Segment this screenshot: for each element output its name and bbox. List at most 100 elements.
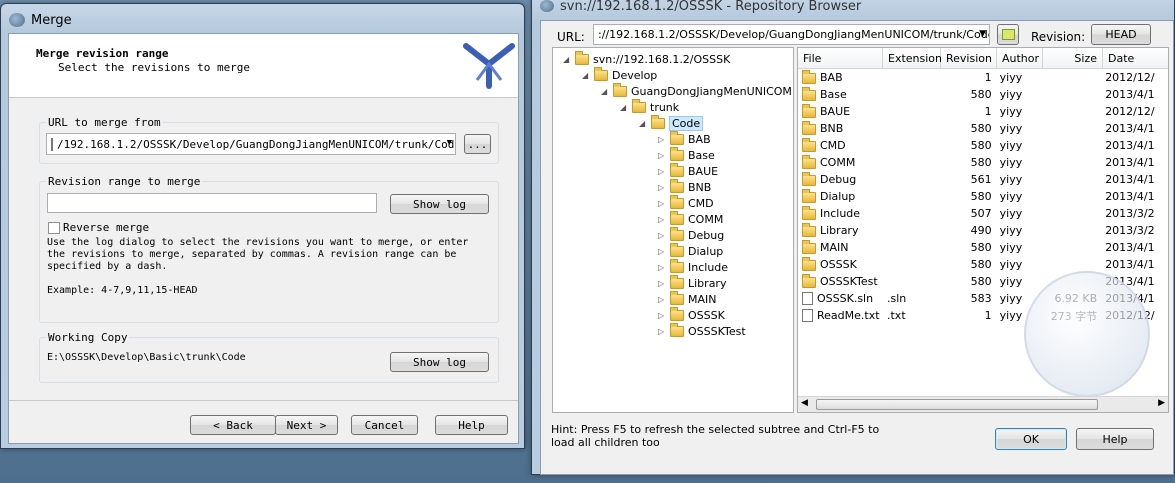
table-row[interactable]: Include 507 yiyy 2013/3/2 — [798, 205, 1168, 222]
tree-item[interactable]: ▷ Debug — [658, 226, 724, 243]
cell-file: BAB — [798, 69, 883, 86]
expanded-arrow-icon[interactable]: ◢ — [582, 71, 594, 80]
merge-window: Merge Merge revision range Select the re… — [0, 3, 525, 449]
col-revision[interactable]: Revision — [941, 48, 997, 69]
expanded-arrow-icon[interactable]: ◢ — [620, 103, 632, 112]
col-author[interactable]: Author — [997, 48, 1043, 69]
scroll-left-icon[interactable]: ◀ — [801, 398, 808, 408]
go-up-button[interactable] — [997, 24, 1019, 45]
expanded-arrow-icon[interactable]: ◢ — [601, 87, 613, 96]
cell-ext — [883, 103, 940, 120]
tree-item[interactable]: ◢ trunk — [620, 98, 679, 115]
next-button[interactable]: Next > — [275, 415, 338, 435]
cell-file: COMM — [798, 154, 883, 171]
collapsed-arrow-icon[interactable]: ▷ — [658, 199, 670, 208]
col-date[interactable]: Date — [1103, 48, 1168, 69]
tree-item-label: Develop — [612, 68, 658, 82]
tree-item-label: GuangDongJiangMenUNICOM — [631, 84, 792, 98]
col-extension[interactable]: Extension — [883, 48, 942, 69]
tree-item[interactable]: ▷ OSSSKTest — [658, 322, 746, 339]
collapsed-arrow-icon[interactable]: ▷ — [658, 135, 670, 144]
tree-item[interactable]: ▷ Base — [658, 146, 715, 163]
tree-item[interactable]: ▷ Dialup — [658, 242, 723, 259]
table-row[interactable]: BNB 580 yiyy 2013/4/1 — [798, 120, 1168, 137]
table-row[interactable]: BAUE 1 yiyy 2012/12/ — [798, 103, 1168, 120]
cell-rev: 1 — [984, 309, 992, 322]
expanded-arrow-icon[interactable]: ◢ — [639, 119, 651, 128]
expanded-arrow-icon[interactable]: ◢ — [563, 55, 575, 64]
show-log-button-2[interactable]: Show log — [390, 352, 489, 372]
table-row[interactable]: OSSSK 580 yiyy 2013/4/1 — [798, 256, 1168, 273]
folder-icon — [670, 242, 684, 257]
tree-item[interactable]: ▷ OSSSK — [658, 306, 725, 323]
back-button[interactable]: < Back — [190, 415, 276, 435]
col-file[interactable]: File — [798, 48, 883, 69]
collapsed-arrow-icon[interactable]: ▷ — [658, 231, 670, 240]
collapsed-arrow-icon[interactable]: ▷ — [658, 183, 670, 192]
tree-item[interactable]: ▷ BNB — [658, 178, 711, 195]
checkbox-box[interactable] — [48, 221, 60, 234]
browse-button[interactable]: ... — [464, 134, 491, 154]
range-input[interactable] — [47, 193, 377, 213]
repo-url-value: ://192.168.1.2/OSSSK/Develop/GuangDongJi… — [598, 28, 990, 41]
chevron-down-icon[interactable]: ▼ — [979, 29, 986, 39]
show-log-button[interactable]: Show log — [390, 194, 489, 214]
cell-rev: 583 — [970, 292, 992, 305]
collapsed-arrow-icon[interactable]: ▷ — [658, 327, 670, 336]
tree-item[interactable]: ▷ CMD — [658, 194, 714, 211]
cell-rev: 580 — [970, 258, 992, 271]
cell-rev: 580 — [970, 88, 992, 101]
cell-author: yiyy — [999, 122, 1023, 135]
tree-item[interactable]: ▷ COMM — [658, 210, 723, 227]
tree-item[interactable]: ◢ svn://192.168.1.2/OSSSK — [563, 50, 730, 67]
help-button[interactable]: Help — [435, 415, 508, 435]
folder-icon — [670, 178, 684, 193]
collapsed-arrow-icon[interactable]: ▷ — [658, 279, 670, 288]
table-row[interactable]: COMM 580 yiyy 2013/4/1 — [798, 154, 1168, 171]
cell-file: OSSSK — [798, 256, 883, 273]
collapsed-arrow-icon[interactable]: ▷ — [658, 247, 670, 256]
cell-author: yiyy — [999, 190, 1023, 203]
table-row[interactable]: CMD 580 yiyy 2013/4/1 — [798, 137, 1168, 154]
repo-url-combobox[interactable]: ://192.168.1.2/OSSSK/Develop/GuangDongJi… — [593, 24, 990, 45]
ok-button[interactable]: OK — [995, 428, 1067, 450]
collapsed-arrow-icon[interactable]: ▷ — [658, 295, 670, 304]
collapsed-arrow-icon[interactable]: ▷ — [658, 151, 670, 160]
scrollbar-thumb[interactable] — [816, 399, 1098, 410]
table-row[interactable]: MAIN 580 yiyy 2013/4/1 — [798, 239, 1168, 256]
table-row[interactable]: Debug 561 yiyy 2013/4/1 — [798, 171, 1168, 188]
tree-item[interactable]: ◢ GuangDongJiangMenUNICOM — [601, 82, 792, 99]
table-row[interactable]: BAB 1 yiyy 2012/12/ — [798, 69, 1168, 86]
cell-ext — [883, 86, 940, 103]
tree-item[interactable]: ◢ Code — [639, 114, 704, 131]
table-row[interactable]: Base 580 yiyy 2013/4/1 — [798, 86, 1168, 103]
tree-item[interactable]: ▷ BAB — [658, 130, 711, 147]
tree-item[interactable]: ▷ Include — [658, 258, 728, 275]
file-name: Debug — [820, 173, 857, 186]
folder-icon — [802, 86, 816, 101]
tree-item[interactable]: ◢ Develop — [582, 66, 658, 83]
folder-icon — [802, 120, 816, 135]
tree-item[interactable]: ▷ BAUE — [658, 162, 718, 179]
reverse-merge-checkbox[interactable]: Reverse merge — [48, 221, 149, 234]
collapsed-arrow-icon[interactable]: ▷ — [658, 263, 670, 272]
revision-button[interactable]: HEAD — [1091, 24, 1151, 45]
table-row[interactable]: Dialup 580 yiyy 2013/4/1 — [798, 188, 1168, 205]
cell-date: 2012/12/ — [1105, 71, 1155, 84]
tree-item-label: CMD — [688, 196, 714, 210]
collapsed-arrow-icon[interactable]: ▷ — [658, 215, 670, 224]
tree-item[interactable]: ▷ Library — [658, 274, 726, 291]
horizontal-scrollbar[interactable]: ◀ ▶ — [798, 396, 1168, 412]
collapsed-arrow-icon[interactable]: ▷ — [658, 167, 670, 176]
repo-help-button[interactable]: Help — [1076, 428, 1154, 450]
url-combobox[interactable]: /192.168.1.2/OSSSK/Develop/GuangDongJian… — [46, 133, 456, 155]
table-row[interactable]: Library 490 yiyy 2013/3/2 — [798, 222, 1168, 239]
col-size[interactable]: Size — [1043, 48, 1103, 69]
cell-date: 2013/4/1 — [1105, 122, 1155, 135]
file-name: Base — [820, 88, 847, 101]
tree-item[interactable]: ▷ MAIN — [658, 290, 717, 307]
cancel-button[interactable]: Cancel — [351, 415, 418, 435]
chevron-down-icon[interactable]: ▼ — [447, 138, 452, 148]
scroll-right-icon[interactable]: ▶ — [1158, 398, 1165, 408]
collapsed-arrow-icon[interactable]: ▷ — [658, 311, 670, 320]
